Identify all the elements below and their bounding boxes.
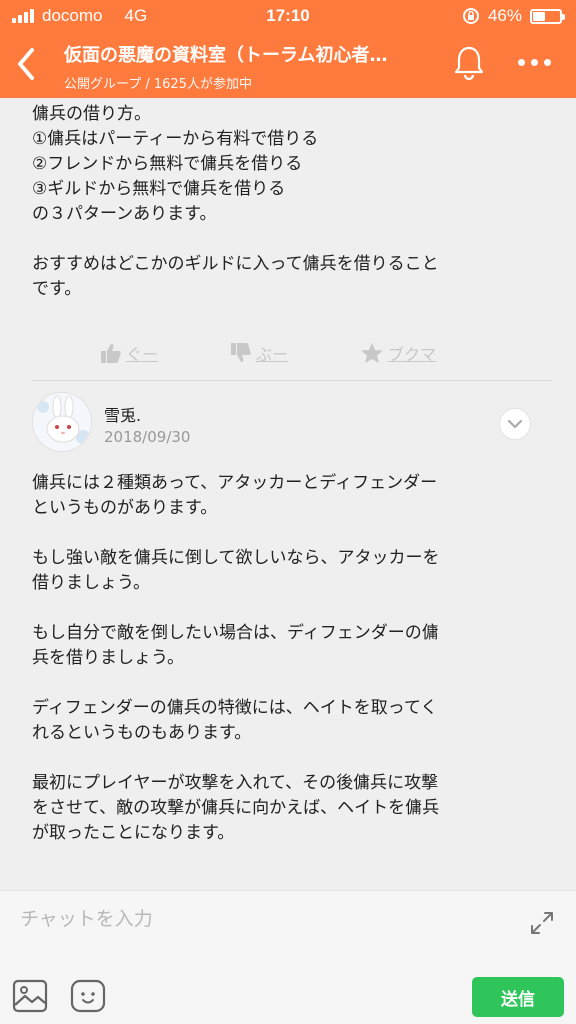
chevron-down-icon: [507, 419, 523, 429]
chat-content[interactable]: 傭兵の借り方。 ①傭兵はパーティーから有料で借りる ②フレンドから無料で傭兵を借…: [0, 98, 576, 890]
message-line: ①傭兵はパーティーから有料で借りる: [32, 129, 319, 149]
battery-icon: [530, 8, 565, 24]
post-date: 2018/09/30: [104, 428, 191, 446]
battery-fill: [533, 11, 545, 21]
message-line: もし自分で敵を倒したい場合は、ディフェンダーの傭: [32, 623, 439, 643]
chat-input[interactable]: [20, 905, 500, 933]
message-line: というものがあります。: [32, 498, 218, 518]
status-bar: docomo 4G 17:10 46%: [0, 0, 576, 30]
bell-icon[interactable]: [452, 44, 486, 80]
star-icon: [361, 343, 384, 363]
rotation-lock-icon: [462, 8, 479, 24]
message-line: 兵を借りましょう。: [32, 648, 184, 668]
message-line: 傭兵の借り方。: [32, 104, 151, 124]
good-label: ぐー: [126, 345, 159, 364]
message-line: おすすめはどこかのギルドに入って傭兵を借りること: [32, 254, 439, 274]
group-title: 仮面の悪魔の資料室（トーラム初心者…: [64, 45, 388, 66]
message-line: ③ギルドから無料で傭兵を借りる: [32, 179, 286, 199]
message-line: をさせて、敵の攻撃が傭兵に向かえば、ヘイトを傭兵: [32, 798, 440, 818]
back-icon[interactable]: [14, 44, 38, 84]
chat-composer: 送信: [0, 890, 576, 1024]
message-line: が取ったことになります。: [32, 823, 235, 843]
avatar[interactable]: [32, 392, 92, 452]
thumbs-up-icon: [101, 344, 121, 363]
bad-label: ぶー: [256, 345, 289, 364]
rabbit-avatar-icon: [33, 393, 91, 451]
send-button[interactable]: 送信: [472, 977, 564, 1017]
message-line: ②フレンドから無料で傭兵を借りる: [32, 154, 303, 174]
author-name: 雪兎.: [104, 406, 142, 425]
status-right: 46%: [462, 6, 565, 26]
group-header: 仮面の悪魔の資料室（トーラム初心者… 公開グループ / 1625人が参加中: [0, 30, 576, 98]
expand-icon[interactable]: [528, 909, 556, 937]
thumbs-down-icon: [231, 343, 251, 362]
header-titles[interactable]: 仮面の悪魔の資料室（トーラム初心者… 公開グループ / 1625人が参加中: [64, 41, 434, 92]
message-line: です。: [32, 279, 82, 299]
message-line: 借りましょう。: [32, 573, 150, 593]
message-body: 傭兵の借り方。 ①傭兵はパーティーから有料で借りる ②フレンドから無料で傭兵を借…: [32, 102, 532, 302]
divider: [32, 380, 552, 381]
message-menu-button[interactable]: [499, 408, 531, 440]
message-body: 傭兵には２種類あって、アタッカーとディフェンダー というものがあります。 もし強…: [32, 471, 542, 846]
message-line: れるというものもあります。: [32, 723, 252, 743]
message-line: 傭兵には２種類あって、アタッカーとディフェンダー: [32, 473, 438, 493]
message-line: の３パターンあります。: [32, 204, 217, 224]
more-icon[interactable]: [514, 52, 554, 72]
sticker-icon[interactable]: [70, 979, 106, 1013]
bookmark-button[interactable]: ブクマ: [360, 341, 436, 365]
bookmark-label: ブクマ: [388, 345, 437, 364]
bad-button[interactable]: ぶー: [230, 341, 288, 365]
group-subtitle: 公開グループ / 1625人が参加中: [64, 77, 252, 92]
reaction-bar: ぐー ぶー ブクマ: [100, 338, 500, 368]
image-icon[interactable]: [12, 979, 48, 1013]
good-button[interactable]: ぐー: [100, 341, 158, 365]
message-line: ディフェンダーの傭兵の特徴には、ヘイトを取ってく: [32, 698, 438, 718]
message-line: 最初にプレイヤーが攻撃を入れて、その後傭兵に攻撃: [32, 773, 439, 793]
message-line: もし強い敵を傭兵に倒して欲しいなら、アタッカーを: [32, 548, 440, 568]
battery-percent: 46%: [487, 6, 522, 25]
